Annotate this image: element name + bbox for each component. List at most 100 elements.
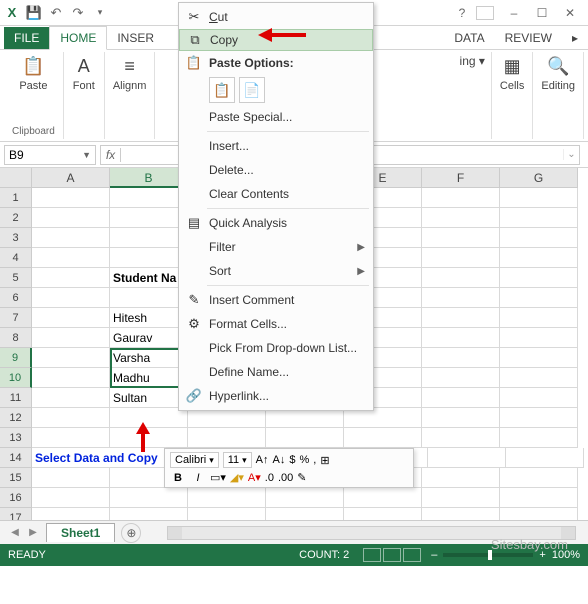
normal-view-button[interactable] (363, 548, 381, 562)
formula-bar-expand-icon[interactable]: ⌄ (563, 149, 579, 160)
row-header[interactable]: 3 (0, 228, 32, 248)
paste-options-label: Paste Options: (209, 56, 294, 70)
minimize-button[interactable]: – (500, 3, 528, 23)
menu-format-cells[interactable]: ⚙Format Cells... (179, 312, 373, 336)
cell-b5[interactable]: Student Na (110, 268, 188, 288)
fx-icon[interactable]: fx (101, 148, 121, 162)
row-header[interactable]: 14 (0, 448, 32, 468)
menu-pick-from-list[interactable]: Pick From Drop-down List... (179, 336, 373, 360)
zoom-out-button[interactable]: – (431, 549, 437, 561)
paste-option-normal[interactable]: 📋 (209, 77, 235, 103)
row-header[interactable]: 1 (0, 188, 32, 208)
paste-option-values[interactable]: 📄 (239, 77, 265, 103)
menu-quick-analysis[interactable]: ▤Quick Analysis (179, 211, 373, 235)
name-box[interactable]: B9 ▼ (4, 145, 96, 165)
maximize-button[interactable]: ☐ (528, 3, 556, 23)
col-header-b[interactable]: B (110, 168, 188, 188)
tab-home[interactable]: HOME (49, 26, 107, 50)
format-painter-icon[interactable]: ✎ (297, 471, 306, 484)
row-header[interactable]: 15 (0, 468, 32, 488)
menu-paste-special[interactable]: Paste Special... (179, 105, 373, 129)
menu-cut[interactable]: ✂Cut (179, 5, 373, 29)
sheet-tab-sheet1[interactable]: Sheet1 (46, 523, 115, 542)
grow-font-icon[interactable]: A↑ (256, 454, 269, 466)
menu-delete[interactable]: Delete... (179, 158, 373, 182)
chevron-down-icon[interactable]: ▼ (82, 150, 91, 160)
fill-color-button[interactable]: ◢▾ (230, 471, 244, 484)
tab-data[interactable]: DATA (444, 27, 494, 49)
clipboard-icon: 📋 (185, 55, 203, 71)
paste-button[interactable]: 📋 Paste (19, 54, 47, 92)
currency-icon[interactable]: $ (289, 454, 295, 466)
cell-b10[interactable]: Madhu (110, 368, 188, 388)
tab-insert[interactable]: INSER (107, 27, 164, 49)
select-all-corner[interactable] (0, 168, 32, 188)
border-button[interactable]: ▭▾ (210, 471, 226, 484)
close-button[interactable]: ✕ (556, 3, 584, 23)
font-size-combo[interactable]: 11▾ (223, 452, 252, 468)
menu-insert[interactable]: Insert... (179, 134, 373, 158)
ribbon-display-button[interactable] (476, 6, 494, 20)
cell-b7[interactable]: Hitesh (110, 308, 188, 328)
font-icon: A (72, 54, 96, 78)
percent-icon[interactable]: % (299, 454, 309, 466)
page-layout-view-button[interactable] (383, 548, 401, 562)
tab-file[interactable]: FILE (4, 27, 49, 49)
menu-sort[interactable]: Sort▶ (179, 259, 373, 283)
sheet-nav-next[interactable]: ▶ (24, 527, 42, 538)
col-header-a[interactable]: A (32, 168, 110, 188)
zoom-slider[interactable] (443, 553, 533, 557)
qat-customize-icon[interactable]: ▾ (92, 5, 108, 21)
font-color-button[interactable]: A▾ (248, 471, 261, 484)
menu-define-name[interactable]: Define Name... (179, 360, 373, 384)
font-button[interactable]: A Font (72, 54, 96, 92)
row-header[interactable]: 11 (0, 388, 32, 408)
row-header[interactable]: 9 (0, 348, 32, 368)
row-header[interactable]: 12 (0, 408, 32, 428)
group-editing: 🔍 Editing (533, 52, 584, 139)
cells-button[interactable]: ▦ Cells (500, 54, 524, 92)
decrease-decimal-icon[interactable]: .0 (265, 472, 274, 484)
menu-insert-comment[interactable]: ✎Insert Comment (179, 288, 373, 312)
cell-b11[interactable]: Sultan (110, 388, 188, 408)
tab-more[interactable]: ▸ (562, 27, 588, 49)
conditional-formatting-trail[interactable]: ing ▾ (454, 52, 491, 70)
menu-clear-contents[interactable]: Clear Contents (179, 182, 373, 206)
font-name-combo[interactable]: Calibri▾ (170, 452, 219, 468)
tab-review[interactable]: REVIEW (495, 27, 562, 49)
page-break-view-button[interactable] (403, 548, 421, 562)
sheet-nav-prev[interactable]: ◀ (6, 527, 24, 538)
cell-b8[interactable]: Gaurav (110, 328, 188, 348)
col-header-f[interactable]: F (422, 168, 500, 188)
row-header[interactable]: 4 (0, 248, 32, 268)
redo-icon[interactable]: ↷ (70, 5, 86, 21)
italic-button[interactable]: I (190, 472, 206, 484)
menu-paste-options-header: 📋 Paste Options: (179, 51, 373, 75)
add-sheet-button[interactable]: ⊕ (121, 523, 141, 543)
row-header[interactable]: 5 (0, 268, 32, 288)
save-icon[interactable]: 💾 (26, 5, 42, 21)
alignment-button[interactable]: ≡ Alignm (113, 54, 147, 92)
increase-decimal-icon[interactable]: .00 (278, 472, 293, 484)
bold-button[interactable]: B (170, 472, 186, 484)
row-header[interactable]: 10 (0, 368, 32, 388)
menu-hyperlink[interactable]: 🔗Hyperlink... (179, 384, 373, 408)
undo-icon[interactable]: ↶ (48, 5, 64, 21)
excel-icon: X (4, 5, 20, 21)
row-header[interactable]: 13 (0, 428, 32, 448)
row-header[interactable]: 2 (0, 208, 32, 228)
row-header[interactable]: 7 (0, 308, 32, 328)
col-header-g[interactable]: G (500, 168, 578, 188)
cell-b9[interactable]: Varsha (110, 348, 188, 368)
comma-icon[interactable]: , (313, 454, 316, 466)
menu-filter[interactable]: Filter▶ (179, 235, 373, 259)
shrink-font-icon[interactable]: A↓ (273, 454, 286, 466)
row-header[interactable]: 6 (0, 288, 32, 308)
row-header[interactable]: 16 (0, 488, 32, 508)
help-button[interactable]: ? (448, 3, 476, 23)
editing-button[interactable]: 🔍 Editing (541, 54, 575, 92)
row-header[interactable]: 17 (0, 508, 32, 520)
row-header[interactable]: 8 (0, 328, 32, 348)
submenu-arrow-icon: ▶ (357, 242, 365, 253)
format-icon[interactable]: ⊞ (320, 454, 329, 467)
